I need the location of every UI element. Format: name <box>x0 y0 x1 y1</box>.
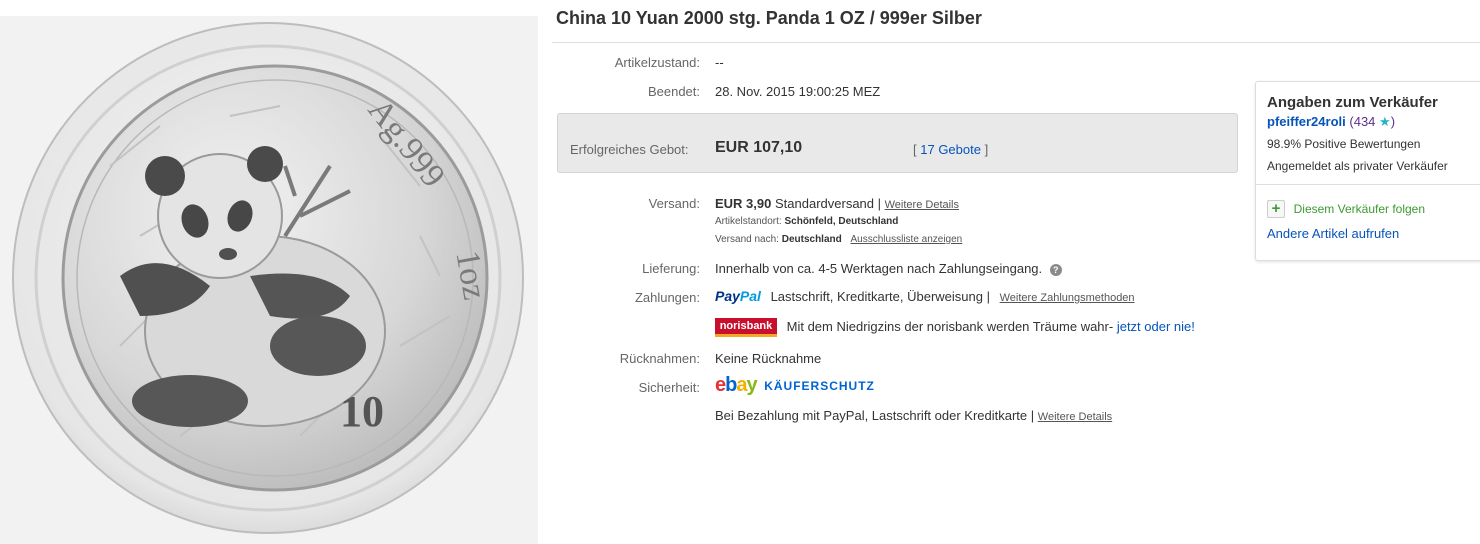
panda-coin-image: Ag.999 1oz 10 <box>12 22 524 534</box>
star-icon: ★ <box>1379 114 1391 129</box>
security-details-link[interactable]: Weitere Details <box>1038 411 1112 423</box>
seller-info-panel: Angaben zum Verkäufer pfeiffer24roli (43… <box>1255 81 1480 261</box>
condition-label: Artikelzustand: <box>614 55 700 70</box>
delivery-value: Innerhalb von ca. 4-5 Werktagen nach Zah… <box>715 261 1043 276</box>
returns-label: Rücknahmen: <box>619 351 700 366</box>
bracket-open: [ <box>913 142 917 157</box>
shipping-label: Versand: <box>648 196 700 211</box>
listing-title: China 10 Yuan 2000 stg. Panda 1 OZ / 999… <box>556 8 982 28</box>
shipping-summary: EUR 3,90 Standardversand | Weitere Detai… <box>715 196 959 211</box>
more-payment-methods-link[interactable]: Weitere Zahlungsmethoden <box>1000 292 1135 304</box>
item-photo[interactable]: Ag.999 1oz 10 <box>0 16 538 544</box>
buyer-protection-label: KÄUFERSCHUTZ <box>764 378 875 393</box>
delivery-label: Lieferung: <box>642 261 700 276</box>
shipping-method: Standardversand | <box>775 196 881 211</box>
winning-bid-label: Erfolgreiches Gebot: <box>570 142 689 157</box>
svg-text:10: 10 <box>340 387 384 436</box>
ships-to-value: Deutschland <box>781 234 842 245</box>
shipping-details-link[interactable]: Weitere Details <box>885 199 959 211</box>
condition-value: -- <box>715 55 724 70</box>
norisbank-logo: norisbank <box>715 318 777 337</box>
bid-count-link[interactable]: 17 Gebote <box>920 142 981 157</box>
payments-row: PayPal Lastschrift, Kreditkarte, Überwei… <box>715 288 1135 304</box>
ebay-buyer-protection: ebay KÄUFERSCHUTZ <box>715 374 875 397</box>
seller-status: Angemeldet als privater Verkäufer <box>1267 159 1448 173</box>
help-icon[interactable]: ? <box>1049 263 1062 276</box>
ended-label: Beendet: <box>647 84 700 99</box>
security-info: Bei Bezahlung mit PayPal, Lastschrift od… <box>715 408 1112 423</box>
seller-name-row: pfeiffer24roli (434 ★) <box>1267 114 1395 130</box>
bracket-close: ] <box>984 142 989 157</box>
delivery-row: Innerhalb von ca. 4-5 Werktagen nach Zah… <box>715 261 1062 276</box>
winning-bid-panel: Erfolgreiches Gebot: EUR 107,10 [ 17 Geb… <box>557 113 1238 173</box>
title-divider <box>552 42 1480 43</box>
ended-value: 28. Nov. 2015 19:00:25 MEZ <box>715 84 881 99</box>
shipping-cost: EUR 3,90 <box>715 196 772 211</box>
seller-positive-feedback: 98.9% Positive Bewertungen <box>1267 137 1421 151</box>
payments-label: Zahlungen: <box>634 290 700 305</box>
seller-heading: Angaben zum Verkäufer <box>1267 94 1438 111</box>
ships-to: Versand nach: Deutschland Ausschlusslist… <box>715 234 962 245</box>
returns-value: Keine Rücknahme <box>715 351 822 366</box>
payment-methods: Lastschrift, Kreditkarte, Überweisung | <box>770 289 990 304</box>
winning-bid-amount: EUR 107,10 <box>715 139 803 156</box>
norisbank-text: Mit dem Niedrigzins der norisbank werden… <box>786 318 1114 334</box>
bid-history[interactable]: [ 17 Gebote ] <box>913 142 988 157</box>
item-location-value: Schönfeld, Deutschland <box>784 216 899 227</box>
seller-name-link[interactable]: pfeiffer24roli <box>1267 114 1346 129</box>
seller-divider <box>1256 184 1480 185</box>
other-items-link[interactable]: Andere Artikel aufrufen <box>1267 226 1399 241</box>
plus-icon: + <box>1267 200 1285 218</box>
security-text: Bei Bezahlung mit PayPal, Lastschrift od… <box>715 408 1035 423</box>
norisbank-promo: norisbank Mit dem Niedrigzins der norisb… <box>715 318 1195 337</box>
paypal-logo: PayPal <box>715 288 761 304</box>
seller-feedback-score[interactable]: (434 ★) <box>1349 114 1395 129</box>
follow-seller-button[interactable]: + Diesem Verkäufer folgen <box>1267 200 1425 218</box>
security-label: Sicherheit: <box>638 380 700 395</box>
item-location-label: Artikelstandort: <box>715 216 782 227</box>
ships-to-label: Versand nach: <box>715 234 779 245</box>
ebay-logo: ebay <box>715 374 758 396</box>
norisbank-link[interactable]: jetzt oder nie! <box>1117 319 1195 334</box>
exclusion-list-link[interactable]: Ausschlussliste anzeigen <box>851 234 963 245</box>
follow-seller-label: Diesem Verkäufer folgen <box>1293 202 1426 216</box>
item-location: Artikelstandort: Schönfeld, Deutschland <box>715 216 898 227</box>
